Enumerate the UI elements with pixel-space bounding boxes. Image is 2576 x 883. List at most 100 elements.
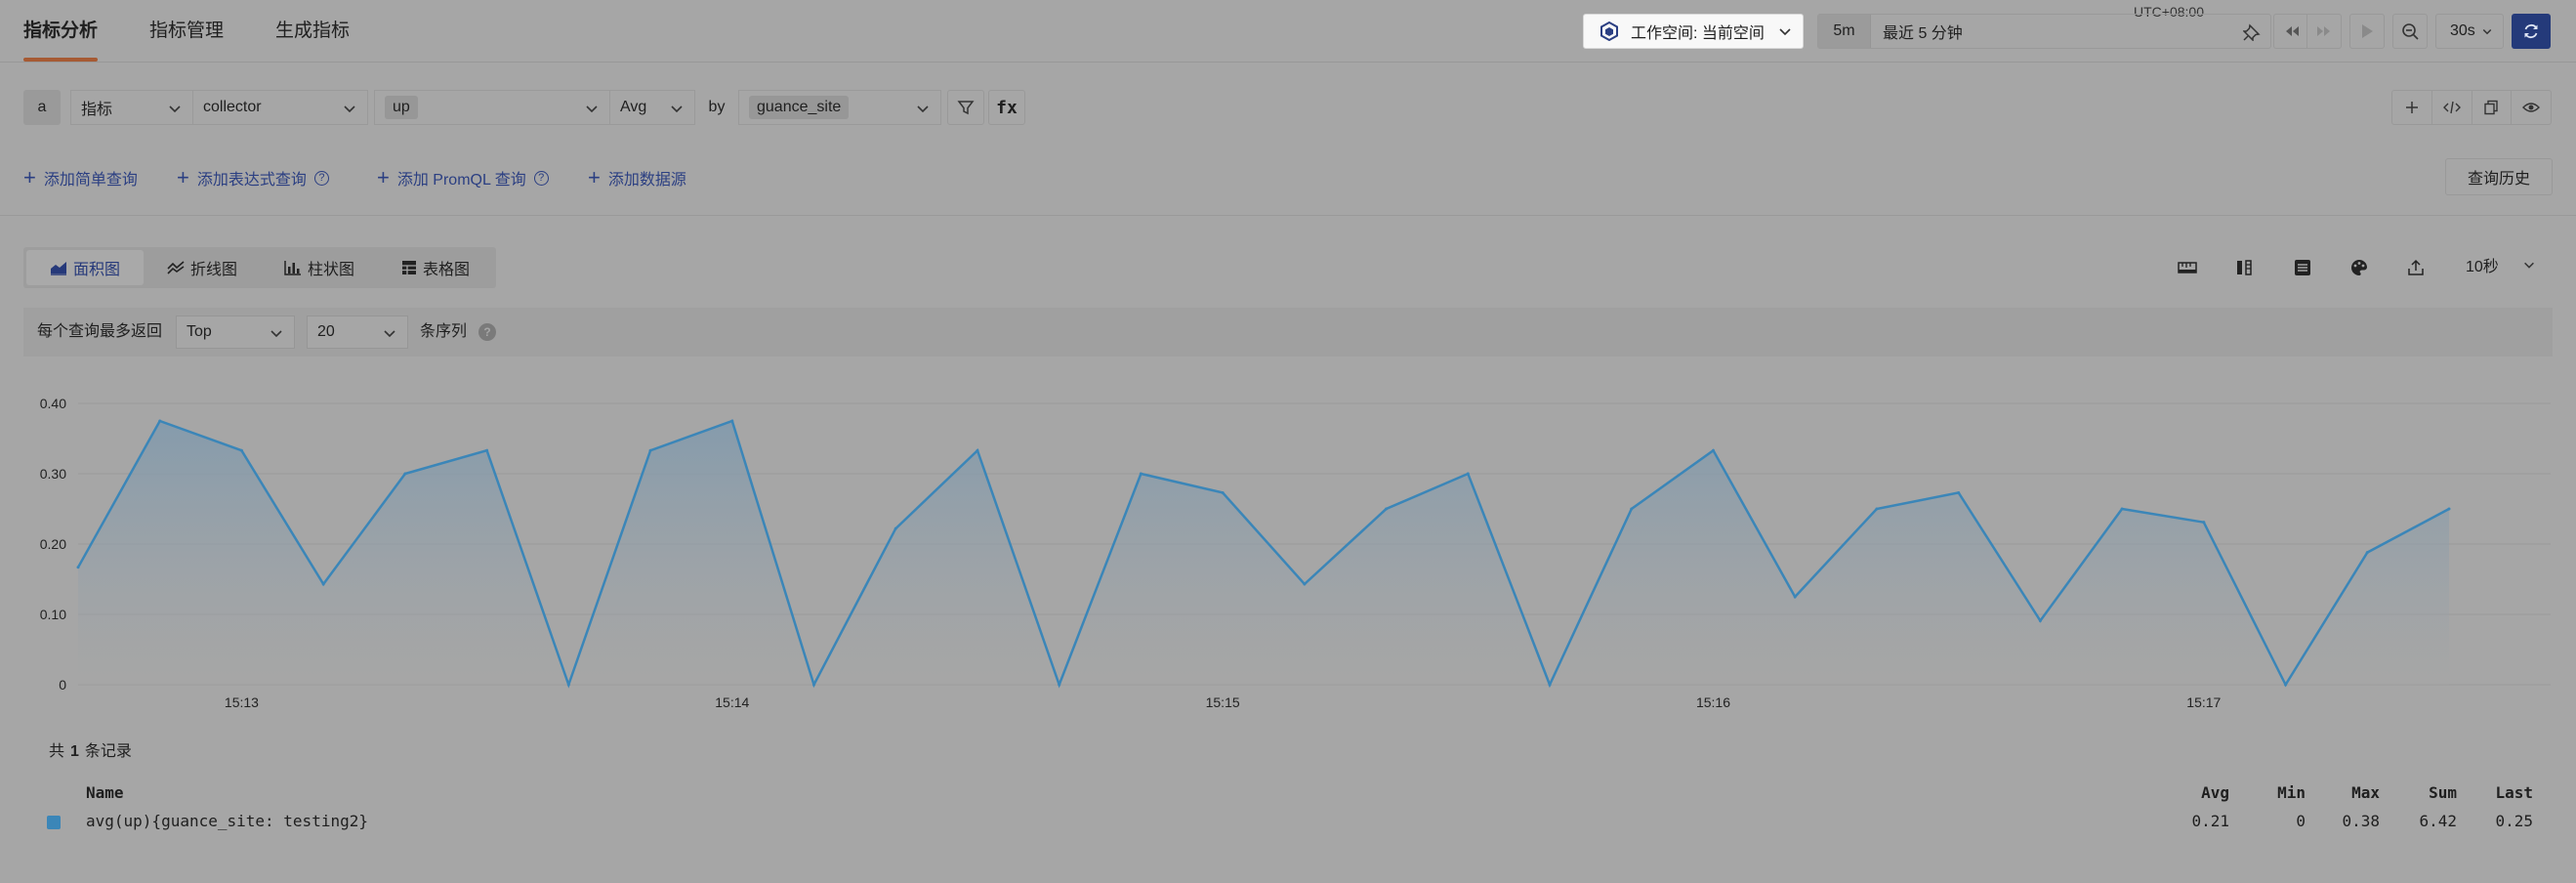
add-query-button[interactable] — [2392, 91, 2432, 124]
add-expression-query-label: 添加表达式查询 — [196, 172, 307, 189]
series-sum: 6.42 — [2419, 812, 2457, 830]
measurement-value: collector — [203, 99, 262, 115]
data-point[interactable] — [1630, 507, 1634, 511]
rewind-button[interactable] — [2273, 14, 2308, 49]
data-point[interactable] — [893, 526, 897, 530]
data-point[interactable] — [321, 582, 325, 586]
data-point[interactable] — [403, 472, 407, 476]
header-sum[interactable]: Sum — [2398, 781, 2457, 805]
data-point[interactable] — [1548, 683, 1552, 687]
data-point[interactable] — [1466, 472, 1470, 476]
code-icon — [2442, 101, 2461, 114]
play-icon — [2362, 24, 2373, 38]
measurement-select[interactable]: collector — [192, 90, 368, 125]
axis-settings-button[interactable] — [2176, 256, 2199, 279]
group-by-select[interactable]: guance_site — [738, 90, 941, 125]
fast-forward-icon — [2317, 26, 2330, 36]
data-point[interactable] — [2447, 507, 2451, 511]
zoom-out-icon — [2402, 23, 2419, 40]
data-point[interactable] — [1139, 472, 1143, 476]
tab-line-chart[interactable]: 折线图 — [144, 250, 261, 285]
list-icon — [2295, 260, 2310, 275]
tab-generate-metric[interactable]: 生成指标 — [275, 0, 350, 63]
add-datasource-link[interactable]: + 添加数据源 — [588, 164, 686, 191]
add-promql-query-link[interactable]: + 添加 PromQL 查询 ? — [377, 164, 549, 191]
data-point[interactable] — [158, 419, 162, 423]
data-point[interactable] — [2038, 618, 2042, 622]
tab-metric-management[interactable]: 指标管理 — [149, 0, 224, 63]
data-point[interactable] — [1875, 507, 1879, 511]
header-max[interactable]: Max — [2321, 781, 2380, 805]
record-count-value: 1 — [70, 743, 79, 760]
top-bar: 指标分析 指标管理 生成指标 工作空间: 当前空间 UTC+08:00 5m 最… — [0, 0, 2576, 63]
table-row[interactable]: avg(up){guance_site: testing2} 0.21 0 0.… — [0, 810, 2576, 833]
play-button[interactable] — [2349, 14, 2385, 49]
data-point[interactable] — [76, 566, 80, 569]
data-point[interactable] — [2365, 551, 2369, 555]
add-expression-query-link[interactable]: + 添加表达式查询 ? — [177, 164, 329, 191]
tab-metric-analysis[interactable]: 指标分析 — [23, 0, 98, 63]
chevron-down-icon — [384, 330, 395, 338]
help-icon[interactable]: ? — [478, 323, 496, 341]
query-history-button[interactable]: 查询历史 — [2445, 158, 2553, 195]
help-icon[interactable]: ? — [533, 170, 549, 186]
toggle-visibility-button[interactable] — [2512, 91, 2551, 124]
code-view-button[interactable] — [2432, 91, 2472, 124]
series-name: avg(up){guance_site: testing2} — [86, 812, 368, 830]
data-point[interactable] — [1957, 490, 1961, 494]
data-point[interactable] — [2120, 507, 2124, 511]
legend-table-header: Name Avg Min Max Sum Last — [0, 781, 2576, 805]
data-point[interactable] — [239, 448, 243, 452]
color-settings-button[interactable] — [2347, 256, 2371, 279]
pin-icon[interactable] — [2243, 23, 2261, 41]
return-count-select[interactable]: 20 — [307, 315, 408, 349]
legend-toggle-button[interactable] — [2291, 256, 2314, 279]
tab-bar-chart[interactable]: 柱状图 — [261, 250, 378, 285]
data-point[interactable] — [1385, 507, 1389, 511]
filter-button[interactable] — [947, 90, 984, 125]
data-point[interactable] — [485, 448, 489, 452]
fast-forward-button[interactable] — [2306, 14, 2342, 49]
time-range-picker[interactable]: 5m 最近 5 分钟 — [1817, 14, 2271, 49]
y-tick-label: 0.20 — [40, 536, 66, 552]
tab-area-chart[interactable]: 面积图 — [26, 250, 144, 285]
data-point[interactable] — [2284, 683, 2288, 687]
data-point[interactable] — [566, 683, 570, 687]
copy-query-button[interactable] — [2472, 91, 2513, 124]
header-min[interactable]: Min — [2247, 781, 2306, 805]
data-point[interactable] — [1303, 582, 1307, 586]
data-point[interactable] — [1058, 683, 1061, 687]
tab-table-chart-label: 表格图 — [423, 262, 471, 278]
header-last[interactable]: Last — [2474, 781, 2533, 805]
data-point[interactable] — [2202, 521, 2206, 525]
source-type-select[interactable]: 指标 — [70, 90, 193, 125]
data-point[interactable] — [1221, 490, 1225, 494]
refresh-interval-select[interactable]: 30s — [2435, 14, 2504, 49]
data-point[interactable] — [1711, 448, 1715, 452]
data-point[interactable] — [1793, 595, 1797, 599]
data-point[interactable] — [812, 683, 816, 687]
add-simple-query-label: 添加简单查询 — [43, 172, 138, 189]
data-point[interactable] — [730, 419, 734, 423]
data-point[interactable] — [976, 448, 979, 452]
aggregation-select[interactable]: Avg — [609, 90, 695, 125]
zoom-out-button[interactable] — [2392, 14, 2428, 49]
time-short-label: 5m — [1818, 15, 1871, 48]
refresh-button[interactable] — [2512, 14, 2551, 49]
interval-select[interactable]: 10秒 — [2466, 256, 2536, 279]
add-simple-query-link[interactable]: + 添加简单查询 — [23, 164, 138, 191]
data-point[interactable] — [648, 448, 652, 452]
export-button[interactable] — [2404, 256, 2428, 279]
tab-table-chart[interactable]: 表格图 — [378, 250, 493, 285]
header-avg[interactable]: Avg — [2171, 781, 2229, 805]
chevron-down-icon — [1779, 28, 1791, 36]
workspace-selector[interactable]: 工作空间: 当前空间 — [1583, 14, 1804, 49]
return-limit-row: 每个查询最多返回 Top 20 条序列 ? — [23, 308, 2553, 357]
split-view-button[interactable] — [2232, 256, 2256, 279]
return-limit-label: 每个查询最多返回 — [37, 323, 163, 340]
field-select[interactable]: up — [374, 90, 610, 125]
help-icon[interactable]: ? — [313, 170, 329, 186]
return-mode-select[interactable]: Top — [176, 315, 295, 349]
plus-icon: + — [377, 165, 390, 189]
function-button[interactable]: fx — [988, 90, 1025, 125]
